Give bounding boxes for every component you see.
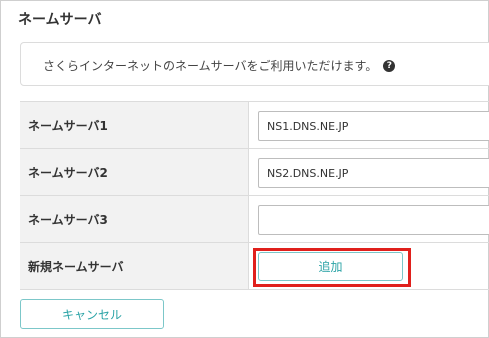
table-row: ネームサーバ1 [20,102,489,149]
info-text: さくらインターネットのネームサーバをご利用いただけます。 [43,59,378,73]
question-circle-icon[interactable]: ? [383,59,396,72]
table-row: ネームサーバ2 [20,149,489,196]
cancel-button[interactable]: キャンセル [20,299,164,329]
nameserver3-label: ネームサーバ3 [20,196,249,242]
nameserver1-input[interactable] [258,111,489,141]
info-message: さくらインターネットのネームサーバをご利用いただけます。 ? [43,57,396,74]
nameserver3-input[interactable] [258,205,489,235]
section-title: ネームサーバ [18,12,102,28]
nameserver1-label: ネームサーバ1 [20,102,249,148]
nameserver2-label: ネームサーバ2 [20,149,249,195]
new-nameserver-label: 新規ネームサーバ [20,243,249,289]
table-row: 新規ネームサーバ 追加 [20,243,489,290]
nameserver2-input[interactable] [258,158,489,188]
info-box: さくらインターネットのネームサーバをご利用いただけます。 ? [20,42,489,86]
table-row: ネームサーバ3 [20,196,489,243]
nameserver-table: ネームサーバ1 ネームサーバ2 ネームサーバ3 新規ネームサーバ 追加 [20,101,489,290]
add-button[interactable]: 追加 [258,252,403,281]
